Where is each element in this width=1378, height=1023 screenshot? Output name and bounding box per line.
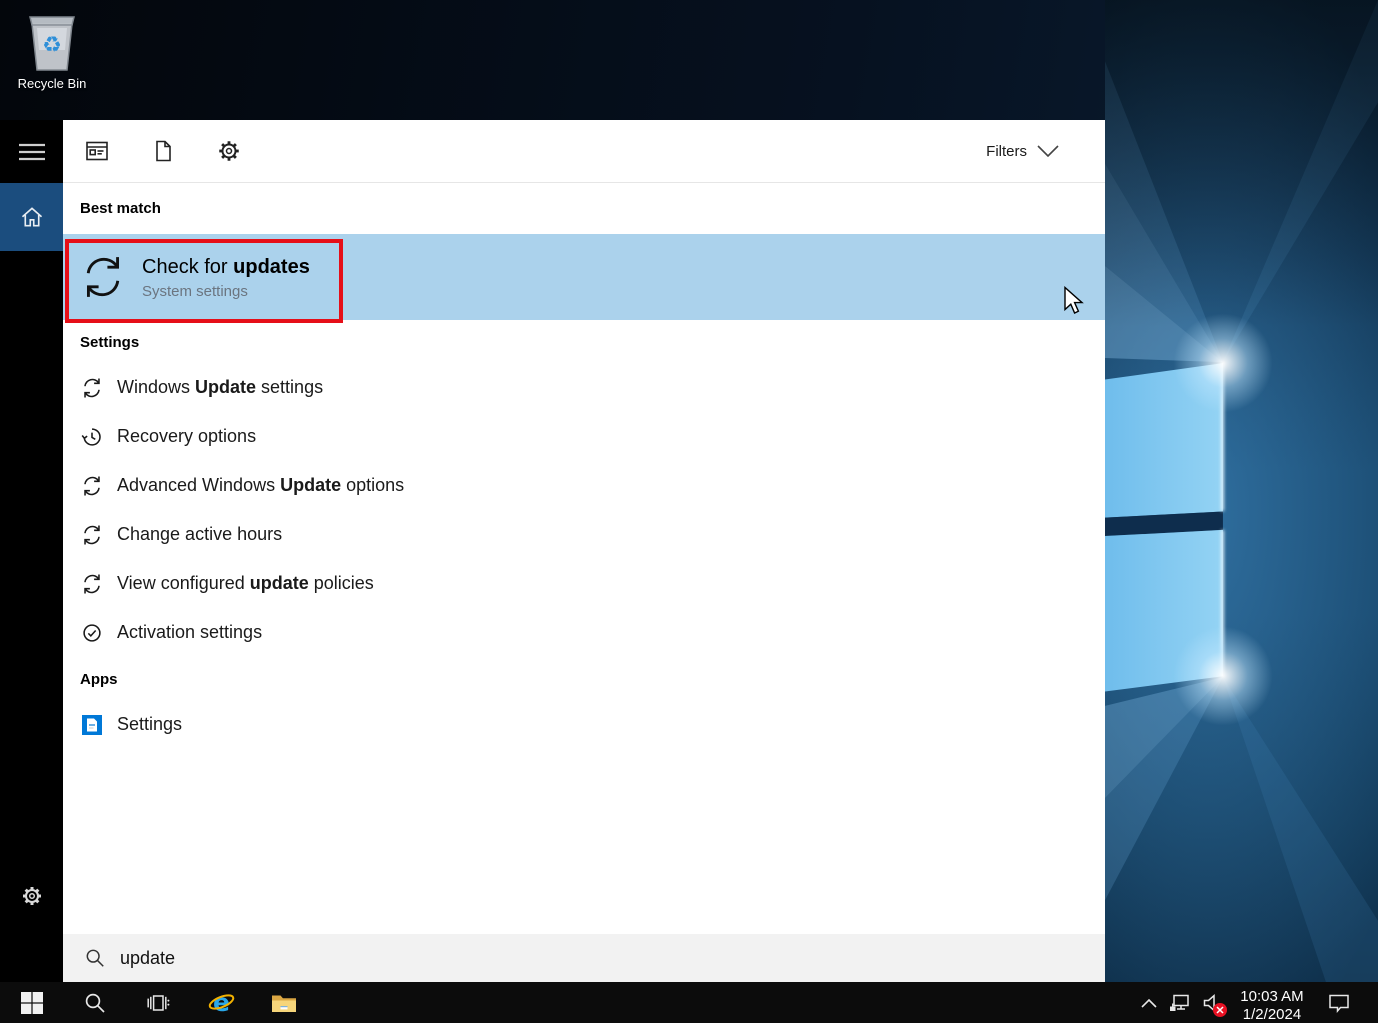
internet-explorer-icon: e [206,988,236,1018]
volume-button[interactable] [1196,982,1230,1023]
chevron-down-icon [1037,145,1059,157]
clock-date: 1/2/2024 [1230,1006,1314,1023]
result-label: Windows Update settings [117,377,323,398]
taskbar-search-button[interactable] [63,982,126,1023]
result-label: View configured update policies [117,573,374,594]
apps-filter-button[interactable] [84,138,110,164]
search-flyout: Filters Best match Chec [0,120,1105,982]
taskbar-clock[interactable]: 10:03 AM 1/2/2024 [1230,982,1314,1023]
filters-label: Filters [986,143,1027,160]
best-match-title: Check for updates [142,254,310,280]
chevron-up-icon [1140,997,1158,1009]
network-status-button[interactable] [1164,982,1196,1023]
file-explorer-button[interactable] [252,982,315,1023]
gear-icon [20,884,44,908]
settings-filter-icon [216,138,242,164]
sync-icon [81,573,103,595]
mouse-cursor [1063,286,1085,316]
home-icon [19,204,45,230]
result-windows-update-settings[interactable]: Windows Update settings [63,363,1105,412]
check-circle-icon [81,622,103,644]
result-activation-settings[interactable]: Activation settings [63,608,1105,657]
settings-filter-button[interactable] [216,138,242,164]
filters-bar: Filters [63,120,1105,183]
action-center-button[interactable] [1314,982,1364,1023]
result-recovery-options[interactable]: Recovery options [63,412,1105,461]
wallpaper [1105,0,1378,1023]
result-change-active-hours[interactable]: Change active hours [63,510,1105,559]
task-view-icon [145,990,171,1016]
wallpaper-shade [1105,0,1378,1023]
search-input[interactable] [120,948,920,969]
volume-muted-badge [1213,1003,1227,1017]
apps-filter-icon [84,138,110,164]
sync-icon [81,377,103,399]
hamburger-menu-button[interactable] [0,120,63,183]
best-match-header: Best match [63,183,1105,234]
taskbar: e [0,982,1378,1023]
sync-icon [81,524,103,546]
hamburger-icon [19,142,45,162]
tray-chevron-button[interactable] [1134,982,1164,1023]
best-match-result[interactable]: Check for updates System settings [63,234,1105,320]
search-icon [83,991,107,1015]
system-tray: 10:03 AM 1/2/2024 [1134,982,1364,1023]
network-icon [1167,990,1193,1016]
settings-button[interactable] [0,866,63,926]
action-center-icon [1326,990,1352,1016]
flyout-rail [0,120,63,982]
result-label: Activation settings [117,622,262,643]
apps-section-header: Apps [63,657,1105,700]
result-label: Settings [117,714,182,735]
internet-explorer-button[interactable]: e [189,982,252,1023]
desktop: ♻ Recycle Bin [0,0,1378,1023]
search-icon [84,947,106,969]
windows-start-icon [20,991,44,1015]
clock-time: 10:03 AM [1230,988,1314,1006]
recycle-bin-label: Recycle Bin [14,76,90,91]
recycle-bin-icon: ♻ [24,8,80,74]
svg-text:e: e [213,988,230,1017]
documents-filter-button[interactable] [150,138,176,164]
result-label: Change active hours [117,524,282,545]
start-button[interactable] [0,982,63,1023]
documents-filter-icon [150,138,176,164]
settings-section-header: Settings [63,320,1105,363]
file-explorer-icon [269,988,299,1018]
recycle-bin-shortcut[interactable]: ♻ Recycle Bin [14,8,90,91]
home-button[interactable] [0,183,63,251]
svg-text:♻: ♻ [42,33,62,58]
task-view-button[interactable] [126,982,189,1023]
best-match-subtitle: System settings [142,283,310,300]
sync-icon [80,254,126,300]
result-settings-app[interactable]: Settings [63,700,1105,749]
result-advanced-windows-update-options[interactable]: Advanced Windows Update options [63,461,1105,510]
filters-dropdown[interactable]: Filters [986,143,1087,160]
search-results-panel: Filters Best match Chec [63,120,1105,982]
result-view-configured-update-policies[interactable]: View configured update policies [63,559,1105,608]
result-label: Recovery options [117,426,256,447]
settings-app-icon [82,715,102,735]
sync-icon [81,475,103,497]
search-box[interactable] [63,934,1105,982]
result-label: Advanced Windows Update options [117,475,404,496]
history-icon [81,426,103,448]
